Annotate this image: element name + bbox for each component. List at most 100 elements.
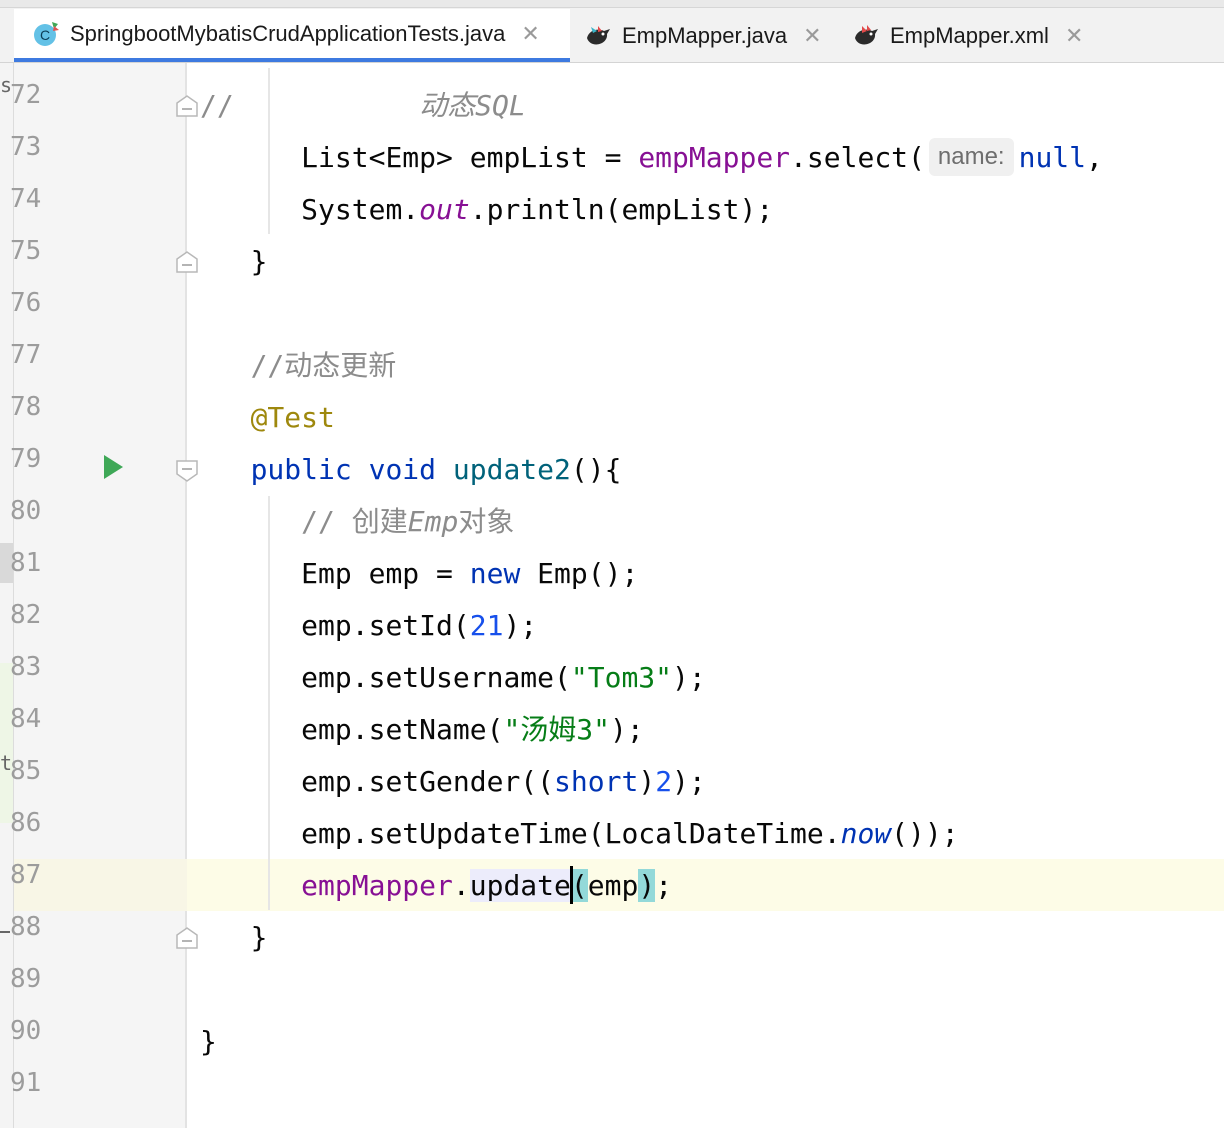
comment: //	[200, 89, 234, 122]
keyword-token: new	[469, 557, 521, 590]
code-token: .select(	[790, 141, 925, 174]
code-token: }	[250, 245, 268, 278]
close-icon[interactable]: ✕	[1065, 24, 1083, 47]
java-class-icon: C	[34, 21, 59, 46]
line-number: 87	[10, 860, 42, 890]
code-token: emp.setUsername(	[301, 661, 571, 694]
editor-tab-bar: C SpringbootMybatisCrudApplicationTests.…	[0, 0, 1224, 63]
comment: // 创建	[301, 505, 408, 538]
code-line-84[interactable]: emp.setName("汤姆3");	[200, 704, 644, 756]
code-line-88[interactable]: }	[200, 912, 268, 964]
panel-divider	[0, 931, 10, 933]
code-token: );	[672, 661, 706, 694]
svg-text:C: C	[40, 27, 50, 43]
line-number: 81	[10, 548, 42, 578]
fold-start-icon[interactable]	[176, 460, 198, 482]
method-name-token: update2	[452, 453, 571, 486]
text-caret	[569, 866, 573, 904]
line-number: 76	[10, 288, 42, 318]
code-token: );	[503, 609, 538, 642]
code-token: )	[638, 765, 656, 798]
code-token: .	[452, 869, 470, 902]
code-line-83[interactable]: emp.setUsername("Tom3");	[200, 652, 706, 704]
static-field-token: out	[419, 193, 470, 226]
code-token: }	[200, 1025, 217, 1058]
code-line-78[interactable]: @Test	[200, 392, 335, 444]
tab-label: EmpMapper.xml	[890, 22, 1049, 48]
code-token: emp.setId(	[301, 609, 470, 642]
tab-empmapper-xml[interactable]: EmpMapper.xml ✕	[852, 9, 1092, 62]
close-icon[interactable]: ✕	[803, 24, 821, 47]
comment: Emp	[407, 505, 459, 538]
keyword-token: short	[554, 765, 639, 798]
matched-paren: (	[570, 869, 588, 902]
string-token: "Tom3"	[570, 661, 673, 694]
fold-end-icon[interactable]	[176, 251, 198, 273]
mybatis-bird-icon	[587, 25, 610, 44]
run-test-icon[interactable]	[102, 454, 124, 480]
comment: //动态更新	[250, 349, 397, 382]
number-token: 2	[655, 765, 673, 798]
line-number: 84	[10, 704, 42, 734]
comment: 对象	[458, 505, 515, 538]
comment: 动态SQL	[419, 89, 526, 122]
code-token: emp.setGender((	[301, 765, 555, 798]
code-line-81[interactable]: Emp emp = new Emp();	[200, 548, 638, 600]
annotation-token: @Test	[250, 401, 335, 434]
parameter-hint: name:	[928, 138, 1014, 176]
code-line-74[interactable]: System.out.println(empList);	[200, 184, 773, 236]
line-number: 80	[10, 496, 42, 526]
keyword-token: null	[1018, 141, 1087, 174]
code-line-73[interactable]: List<Emp> empList = empMapper.select(nam…	[200, 132, 1103, 184]
tab-bar-top-border	[0, 0, 1224, 8]
code-line-80[interactable]: // 创建Emp对象	[200, 496, 514, 548]
line-number: 77	[10, 340, 42, 370]
close-icon[interactable]: ✕	[521, 22, 539, 45]
matched-paren: )	[638, 869, 656, 902]
code-token: ;	[655, 869, 673, 902]
code-line-86[interactable]: emp.setUpdateTime(LocalDateTime.now());	[200, 808, 958, 860]
code-line-85[interactable]: emp.setGender((short)2);	[200, 756, 706, 808]
code-line-87[interactable]: empMapper.update(emp);	[200, 860, 672, 912]
panel-highlight-edge	[0, 663, 13, 823]
code-token: emp.setName(	[301, 713, 504, 746]
static-method-token: now	[840, 817, 892, 850]
code-token: System.	[301, 193, 420, 226]
code-token: Emp emp =	[301, 557, 470, 590]
line-number: 79	[10, 444, 42, 474]
code-line-82[interactable]: emp.setId(21);	[200, 600, 537, 652]
fold-end-icon[interactable]	[176, 95, 198, 117]
code-line-90[interactable]: }	[200, 1016, 217, 1068]
field-token: empMapper	[301, 869, 453, 902]
line-number: 74	[10, 184, 42, 214]
tab-springboot-tests[interactable]: C SpringbootMybatisCrudApplicationTests.…	[14, 9, 570, 62]
code-line-75[interactable]: }	[200, 236, 268, 288]
line-number: 78	[10, 392, 42, 422]
code-token: List<Emp> empList =	[301, 141, 639, 174]
line-number: 86	[10, 808, 42, 838]
code-line-77[interactable]: //动态更新	[200, 340, 397, 392]
code-token: ,	[1086, 141, 1103, 174]
line-number: 90	[10, 1016, 42, 1046]
code-line-79[interactable]: public void update2(){	[200, 444, 622, 496]
fold-end-icon[interactable]	[176, 927, 198, 949]
mybatis-bird-icon	[855, 24, 878, 44]
tab-empmapper-java[interactable]: EmpMapper.java ✕	[584, 9, 834, 62]
field-token: empMapper	[638, 141, 791, 174]
number-token: 21	[469, 609, 504, 642]
line-number: 85	[10, 756, 42, 786]
line-number: 75	[10, 236, 42, 266]
code-token: emp	[587, 869, 639, 902]
method-call-token: update	[469, 869, 571, 902]
code-token: );	[610, 713, 644, 746]
keyword-token: public void	[250, 453, 453, 486]
code-line-72[interactable]: // 动态SQL	[200, 80, 526, 132]
line-number: 83	[10, 652, 42, 682]
code-token: Emp();	[520, 557, 639, 590]
tab-label: EmpMapper.java	[622, 22, 788, 48]
line-number: 88	[10, 912, 42, 942]
code-token: );	[672, 765, 706, 798]
code-token: emp.setUpdateTime(LocalDateTime.	[301, 817, 841, 850]
line-number: 73	[10, 132, 42, 162]
code-token: .println(empList);	[469, 193, 774, 226]
